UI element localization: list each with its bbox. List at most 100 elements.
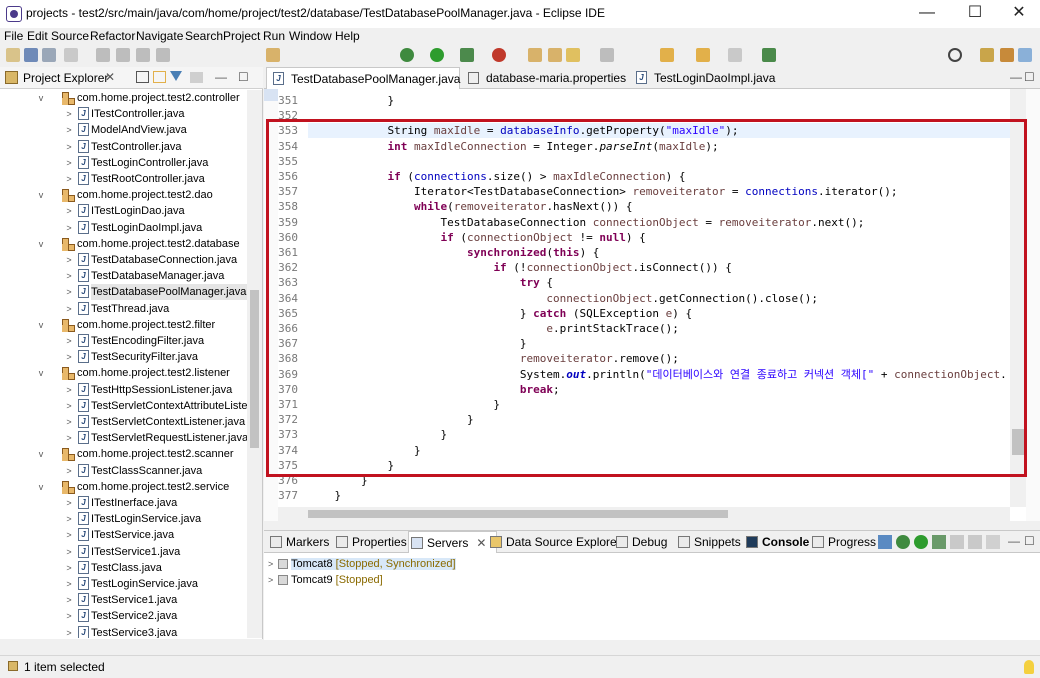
chevron-right-icon[interactable]: > <box>64 220 74 236</box>
code-line[interactable]: } <box>308 93 394 108</box>
save-all-icon[interactable] <box>42 48 56 62</box>
new-java-package-icon[interactable] <box>528 48 542 62</box>
editor-hscroll-thumb[interactable] <box>308 510 728 518</box>
tree-file[interactable]: > J TestSecurityFilter.java <box>0 349 247 365</box>
tree-file[interactable]: > J TestRootController.java <box>0 171 247 187</box>
tree-file-selected[interactable]: > J TestDatabasePoolManager.java <box>0 284 247 301</box>
debug-server-icon[interactable] <box>896 535 910 549</box>
chevron-right-icon[interactable]: > <box>64 463 74 479</box>
maximize-panel-icon[interactable]: ☐ <box>1024 534 1035 548</box>
view-menu-icon[interactable] <box>190 72 203 83</box>
tree-file[interactable]: > J TestService3.java <box>0 625 247 638</box>
menu-help[interactable]: Help <box>335 29 360 43</box>
explorer-scroll-thumb[interactable] <box>250 290 259 448</box>
debug-skip-icon[interactable] <box>96 48 110 62</box>
open-task-icon[interactable] <box>566 48 580 62</box>
new-class-icon[interactable] <box>548 48 562 62</box>
code-line[interactable]: } <box>308 488 341 503</box>
tab-servers[interactable]: Servers ✕ <box>408 531 498 553</box>
chevron-right-icon[interactable]: > <box>64 252 74 268</box>
profile-server-icon[interactable] <box>932 535 946 549</box>
minimize-button[interactable]: — <box>904 0 950 28</box>
link-editor-icon[interactable] <box>153 71 166 83</box>
tree-file[interactable]: > J TestClassScanner.java <box>0 463 247 479</box>
filter-icon[interactable] <box>170 71 182 83</box>
menu-search[interactable]: Search <box>185 29 223 43</box>
resume-icon[interactable] <box>116 48 130 62</box>
server-row[interactable]: > Tomcat9 [Stopped] <box>268 572 383 588</box>
tab-debug[interactable]: Debug <box>614 531 667 553</box>
tree-package[interactable]: v com.home.project.test2.service <box>0 479 247 495</box>
tree-file[interactable]: > J ModelAndView.java <box>0 122 247 138</box>
project-explorer-title[interactable]: Project Explorer <box>23 71 108 85</box>
chevron-right-icon[interactable]: > <box>268 572 278 588</box>
chevron-right-icon[interactable]: > <box>64 349 74 365</box>
menu-source[interactable]: Source <box>51 29 89 43</box>
chevron-right-icon[interactable]: > <box>64 527 74 543</box>
tab-properties[interactable]: Properties <box>334 531 407 553</box>
tab-markers[interactable]: Markers <box>268 531 329 553</box>
tree-file[interactable]: > J ITestLoginDao.java <box>0 203 247 219</box>
chevron-down-icon[interactable]: v <box>36 236 46 252</box>
menu-run[interactable]: Run <box>263 29 285 43</box>
forward-icon[interactable] <box>696 48 710 62</box>
start-server-icon[interactable] <box>914 535 928 549</box>
search-icon[interactable] <box>948 48 962 62</box>
perspective-open-icon[interactable] <box>980 48 994 62</box>
chevron-right-icon[interactable]: > <box>64 382 74 398</box>
tree-file[interactable]: > J TestThread.java <box>0 301 247 317</box>
maximize-button[interactable]: ☐ <box>952 0 998 28</box>
tab-progress[interactable]: Progress <box>810 531 876 553</box>
java-ee-perspective-icon[interactable] <box>1000 48 1014 62</box>
tree-package[interactable]: v com.home.project.test2.controller <box>0 90 247 106</box>
collapse-icon[interactable] <box>878 535 892 549</box>
minimize-view-icon[interactable]: — <box>215 70 227 84</box>
tree-package[interactable]: v com.home.project.test2.filter <box>0 317 247 333</box>
coverage-icon[interactable] <box>460 48 474 62</box>
debug-perspective-icon[interactable] <box>1018 48 1032 62</box>
menu-file[interactable]: File <box>4 29 23 43</box>
stop-server-icon[interactable] <box>950 535 964 549</box>
chevron-right-icon[interactable]: > <box>64 430 74 446</box>
tree-package[interactable]: v com.home.project.test2.dao <box>0 187 247 203</box>
chevron-right-icon[interactable]: > <box>64 414 74 430</box>
tree-file[interactable]: > J TestDatabaseConnection.java <box>0 252 247 268</box>
annotation-icon[interactable] <box>600 48 614 62</box>
tree-file[interactable]: > J TestLoginService.java <box>0 576 247 592</box>
tree-file[interactable]: > J TestServletRequestListener.java <box>0 430 247 446</box>
suspend-icon[interactable] <box>136 48 150 62</box>
chevron-down-icon[interactable]: v <box>36 446 46 462</box>
menu-navigate[interactable]: Navigate <box>136 29 183 43</box>
terminate-icon[interactable] <box>156 48 170 62</box>
chevron-right-icon[interactable]: > <box>64 592 74 608</box>
publish-icon[interactable] <box>968 535 982 549</box>
print-icon[interactable] <box>64 48 78 62</box>
explorer-scrollbar[interactable] <box>247 90 262 638</box>
menu-project[interactable]: Project <box>223 29 260 43</box>
tree-file[interactable]: > J ITestInerface.java <box>0 495 247 511</box>
chevron-right-icon[interactable]: > <box>64 398 74 414</box>
tree-file[interactable]: > J TestServletContextAttributeListe <box>0 398 247 414</box>
tab-data-source-explorer[interactable]: Data Source Explorer <box>488 531 621 553</box>
chevron-down-icon[interactable]: v <box>36 187 46 203</box>
pin-icon[interactable] <box>762 48 776 62</box>
chevron-right-icon[interactable]: > <box>64 625 74 638</box>
tree-file[interactable]: > J TestEncodingFilter.java <box>0 333 247 349</box>
tree-file[interactable]: > J TestService2.java <box>0 608 247 624</box>
chevron-right-icon[interactable]: > <box>64 268 74 284</box>
menu-edit[interactable]: Edit <box>27 29 48 43</box>
tree-package[interactable]: v com.home.project.test2.listener <box>0 365 247 381</box>
tree-file[interactable]: > J ITestService1.java <box>0 544 247 560</box>
tree-file[interactable]: > J ITestController.java <box>0 106 247 122</box>
minimize-panel-icon[interactable]: — <box>1008 534 1020 548</box>
tree-file[interactable]: > J TestServletContextListener.java <box>0 414 247 430</box>
chevron-right-icon[interactable]: > <box>64 301 74 317</box>
open-type-icon[interactable] <box>266 48 280 62</box>
close-view-icon[interactable]: ✕ <box>105 70 115 84</box>
tip-bulb-icon[interactable] <box>1024 660 1034 674</box>
tree-file[interactable]: > J TestService1.java <box>0 592 247 608</box>
maximize-editor-icon[interactable]: ☐ <box>1024 70 1035 84</box>
tab-testlogindaoimpl[interactable]: J TestLoginDaoImpl.java <box>630 67 780 89</box>
tree-file[interactable]: > J ITestLoginService.java <box>0 511 247 527</box>
chevron-down-icon[interactable]: v <box>36 317 46 333</box>
